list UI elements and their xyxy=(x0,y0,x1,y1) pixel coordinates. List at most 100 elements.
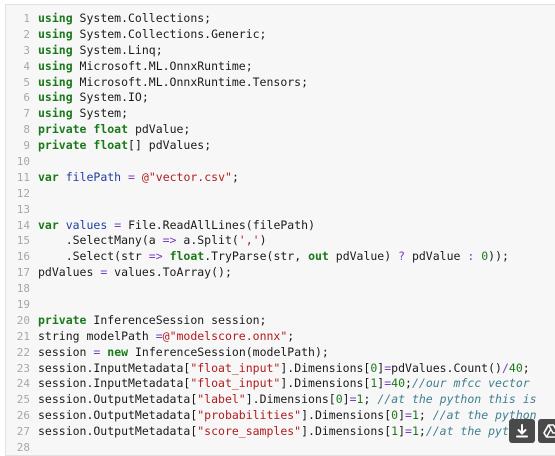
code-token: //our mfcc vector xyxy=(411,376,530,391)
line-content: using System.Collections.Generic; xyxy=(38,27,267,43)
code-token: float xyxy=(169,249,205,264)
line-number: 10 xyxy=(16,155,30,169)
line-content: private float[] pdValues; xyxy=(38,138,211,154)
code-token: .SelectMany(a xyxy=(38,233,163,248)
download-arrow-icon xyxy=(516,424,528,438)
line-number: 23 xyxy=(16,361,30,375)
code-line: 25 session.OutputMetadata["label"].Dimens… xyxy=(6,392,555,408)
save-to-drive-button[interactable] xyxy=(538,419,555,443)
code-token: string modelPath xyxy=(38,328,156,343)
code-line: 8 private float pdValue; xyxy=(6,122,555,138)
line-number: 8 xyxy=(23,123,30,137)
code-token: pdValue xyxy=(405,249,468,264)
line-number: 25 xyxy=(16,393,30,407)
line-number: 11 xyxy=(16,170,30,184)
code-token: ; xyxy=(418,424,426,439)
code-token: ; xyxy=(231,169,239,184)
code-token: using xyxy=(38,42,73,57)
code-token: "probabilities" xyxy=(197,408,302,423)
code-line: 26 session.OutputMetadata["probabilities"… xyxy=(6,408,555,424)
line-content: session = new InferenceSession(modelPath… xyxy=(38,345,329,361)
code-token: ; xyxy=(287,328,295,343)
code-line: 22 session = new InferenceSession(modelPa… xyxy=(6,345,555,361)
line-number: 20 xyxy=(16,313,30,327)
code-token: "score_samples" xyxy=(197,424,302,439)
line-content: using Microsoft.ML.OnnxRuntime.Tensors; xyxy=(38,75,308,91)
code-token: using xyxy=(38,26,73,41)
code-token: ].Dimensions[ xyxy=(280,376,371,391)
code-token: [] pdValues; xyxy=(128,138,212,153)
code-token: a.Split( xyxy=(176,233,239,248)
code-line: 6 using System.IO; xyxy=(6,90,555,106)
code-token: 1 xyxy=(411,424,419,439)
code-token: pdValue; xyxy=(128,122,191,137)
line-number: 4 xyxy=(23,59,30,73)
code-token: pdValue) xyxy=(328,249,399,264)
code-token: out xyxy=(308,249,329,264)
code-editor[interactable]: 1 using System.Collections; 2 using System.… xyxy=(5,4,555,456)
code-line: 23 session.InputMetadata["float_input"].D… xyxy=(6,361,555,377)
line-number: 6 xyxy=(23,91,30,105)
code-block: 1 using System.Collections; 2 using System.… xyxy=(6,11,555,455)
line-number: 14 xyxy=(16,218,30,232)
code-token: session xyxy=(38,344,94,359)
code-token: var xyxy=(38,169,59,184)
line-number: 16 xyxy=(16,250,30,264)
code-line: 16 .Select(str => float.TryParse(str, ou… xyxy=(6,249,555,265)
code-line: 21 string modelPath =@"modelscore.onnx"; xyxy=(6,329,555,345)
line-content: session.InputMetadata["float_input"].Dim… xyxy=(38,361,530,377)
code-line: 10 xyxy=(6,154,555,170)
code-token: InferenceSession(modelPath); xyxy=(128,344,329,359)
code-token: .TryParse(str, xyxy=(204,249,309,264)
code-line: 5 using Microsoft.ML.OnnxRuntime.Tensors; xyxy=(6,75,555,91)
code-token: var xyxy=(38,217,59,232)
line-number: 28 xyxy=(16,441,30,455)
code-token: 1 xyxy=(411,408,419,423)
code-token: System.Collections.Generic; xyxy=(72,26,267,41)
line-content: string modelPath =@"modelscore.onnx"; xyxy=(38,329,294,345)
line-content: .SelectMany(a => a.Split(',') xyxy=(38,233,267,249)
code-token: ) xyxy=(259,233,267,248)
code-token: ].Dimensions[ xyxy=(245,392,336,407)
line-number: 12 xyxy=(16,186,30,200)
code-line: 13 xyxy=(6,202,555,218)
code-token: / xyxy=(501,360,509,375)
code-token: ].Dimensions[ xyxy=(301,408,392,423)
line-number: 27 xyxy=(16,425,30,439)
line-number: 1 xyxy=(23,12,30,25)
code-token: 0 xyxy=(335,392,343,407)
code-token: new xyxy=(107,344,129,359)
code-line: 19 xyxy=(6,297,555,313)
code-token: => xyxy=(162,233,177,248)
line-number: 15 xyxy=(16,234,30,248)
image-overlay-toolbar xyxy=(509,419,555,443)
line-number: 26 xyxy=(16,409,30,423)
line-content: using Microsoft.ML.OnnxRuntime; xyxy=(38,59,253,75)
line-content: using System; xyxy=(38,106,128,122)
code-token: using xyxy=(38,58,73,73)
code-token: ; xyxy=(363,392,378,407)
code-token: = xyxy=(155,328,163,343)
code-token: System.Collections; xyxy=(72,11,212,25)
code-line: 24 session.InputMetadata["float_input"].D… xyxy=(6,376,555,392)
code-token: ? xyxy=(398,249,406,264)
code-token: = xyxy=(349,392,357,407)
code-token: = xyxy=(405,408,412,423)
code-token: ] xyxy=(398,408,405,423)
line-content: using System.Collections; xyxy=(38,11,211,27)
line-content: session.InputMetadata["float_input"].Dim… xyxy=(38,376,530,392)
code-token: private xyxy=(38,138,87,153)
code-token: @"modelscore.onnx" xyxy=(162,328,288,343)
code-token: System.Linq; xyxy=(72,42,163,57)
code-token: 40 xyxy=(391,376,406,391)
line-content: using System.IO; xyxy=(38,90,149,106)
code-line: 9 private float[] pdValues; xyxy=(6,138,555,154)
line-number: 22 xyxy=(16,345,30,359)
download-button[interactable] xyxy=(509,419,535,443)
code-token: ] xyxy=(342,392,350,407)
code-line: 18 xyxy=(6,281,555,297)
code-token: File.ReadAllLines(filePath) xyxy=(121,217,316,232)
code-line: 14 var values = File.ReadAllLines(filePat… xyxy=(6,218,555,234)
code-token: System; xyxy=(72,106,129,121)
